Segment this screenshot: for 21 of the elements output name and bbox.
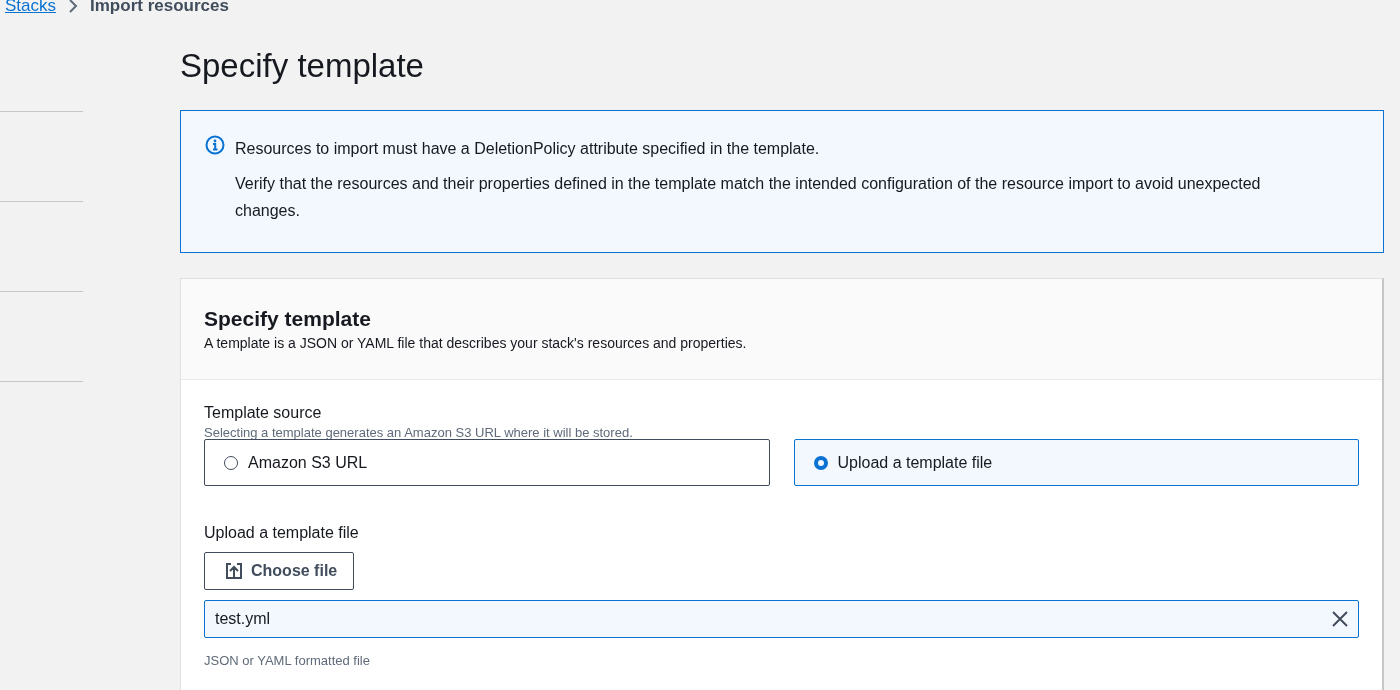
radio-label: Amazon S3 URL (248, 453, 368, 472)
close-icon[interactable] (1331, 610, 1349, 628)
card-title: Specify template (204, 306, 372, 332)
chevron-icon (68, 0, 79, 13)
radio-button[interactable] (813, 455, 828, 470)
breadcrumb-current: Import resources (90, 0, 229, 14)
field-hint: Selecting a template generates an Amazon S3 URL where it will be stored. (204, 424, 634, 442)
file-field[interactable]: test.yml (204, 600, 1359, 638)
radio-tile[interactable]: Amazon S3 URL (204, 439, 770, 486)
radio-label: Upload a template file (837, 453, 993, 472)
alert-text: Verify that the resources and their properties defined in the template match the intended configuration of the resource import to avoid unexpected changes. (235, 174, 1262, 221)
info-icon (205, 135, 225, 155)
page-title: Specify template (180, 46, 425, 86)
upload-icon (225, 562, 243, 580)
card-description: A template is a JSON or YAML file that describes your stack's resources and properties. (204, 335, 748, 351)
radio-tile[interactable]: Upload a template file (793, 439, 1359, 486)
field-label: Template source (204, 403, 323, 423)
field-label: Upload a template file (204, 523, 360, 543)
alert-text: Resources to import must have a DeletionPolicy attribute specified in the template. (235, 139, 821, 159)
choose-file-button[interactable]: Choose file (204, 552, 355, 590)
field-hint: JSON or YAML formatted file (204, 652, 371, 670)
